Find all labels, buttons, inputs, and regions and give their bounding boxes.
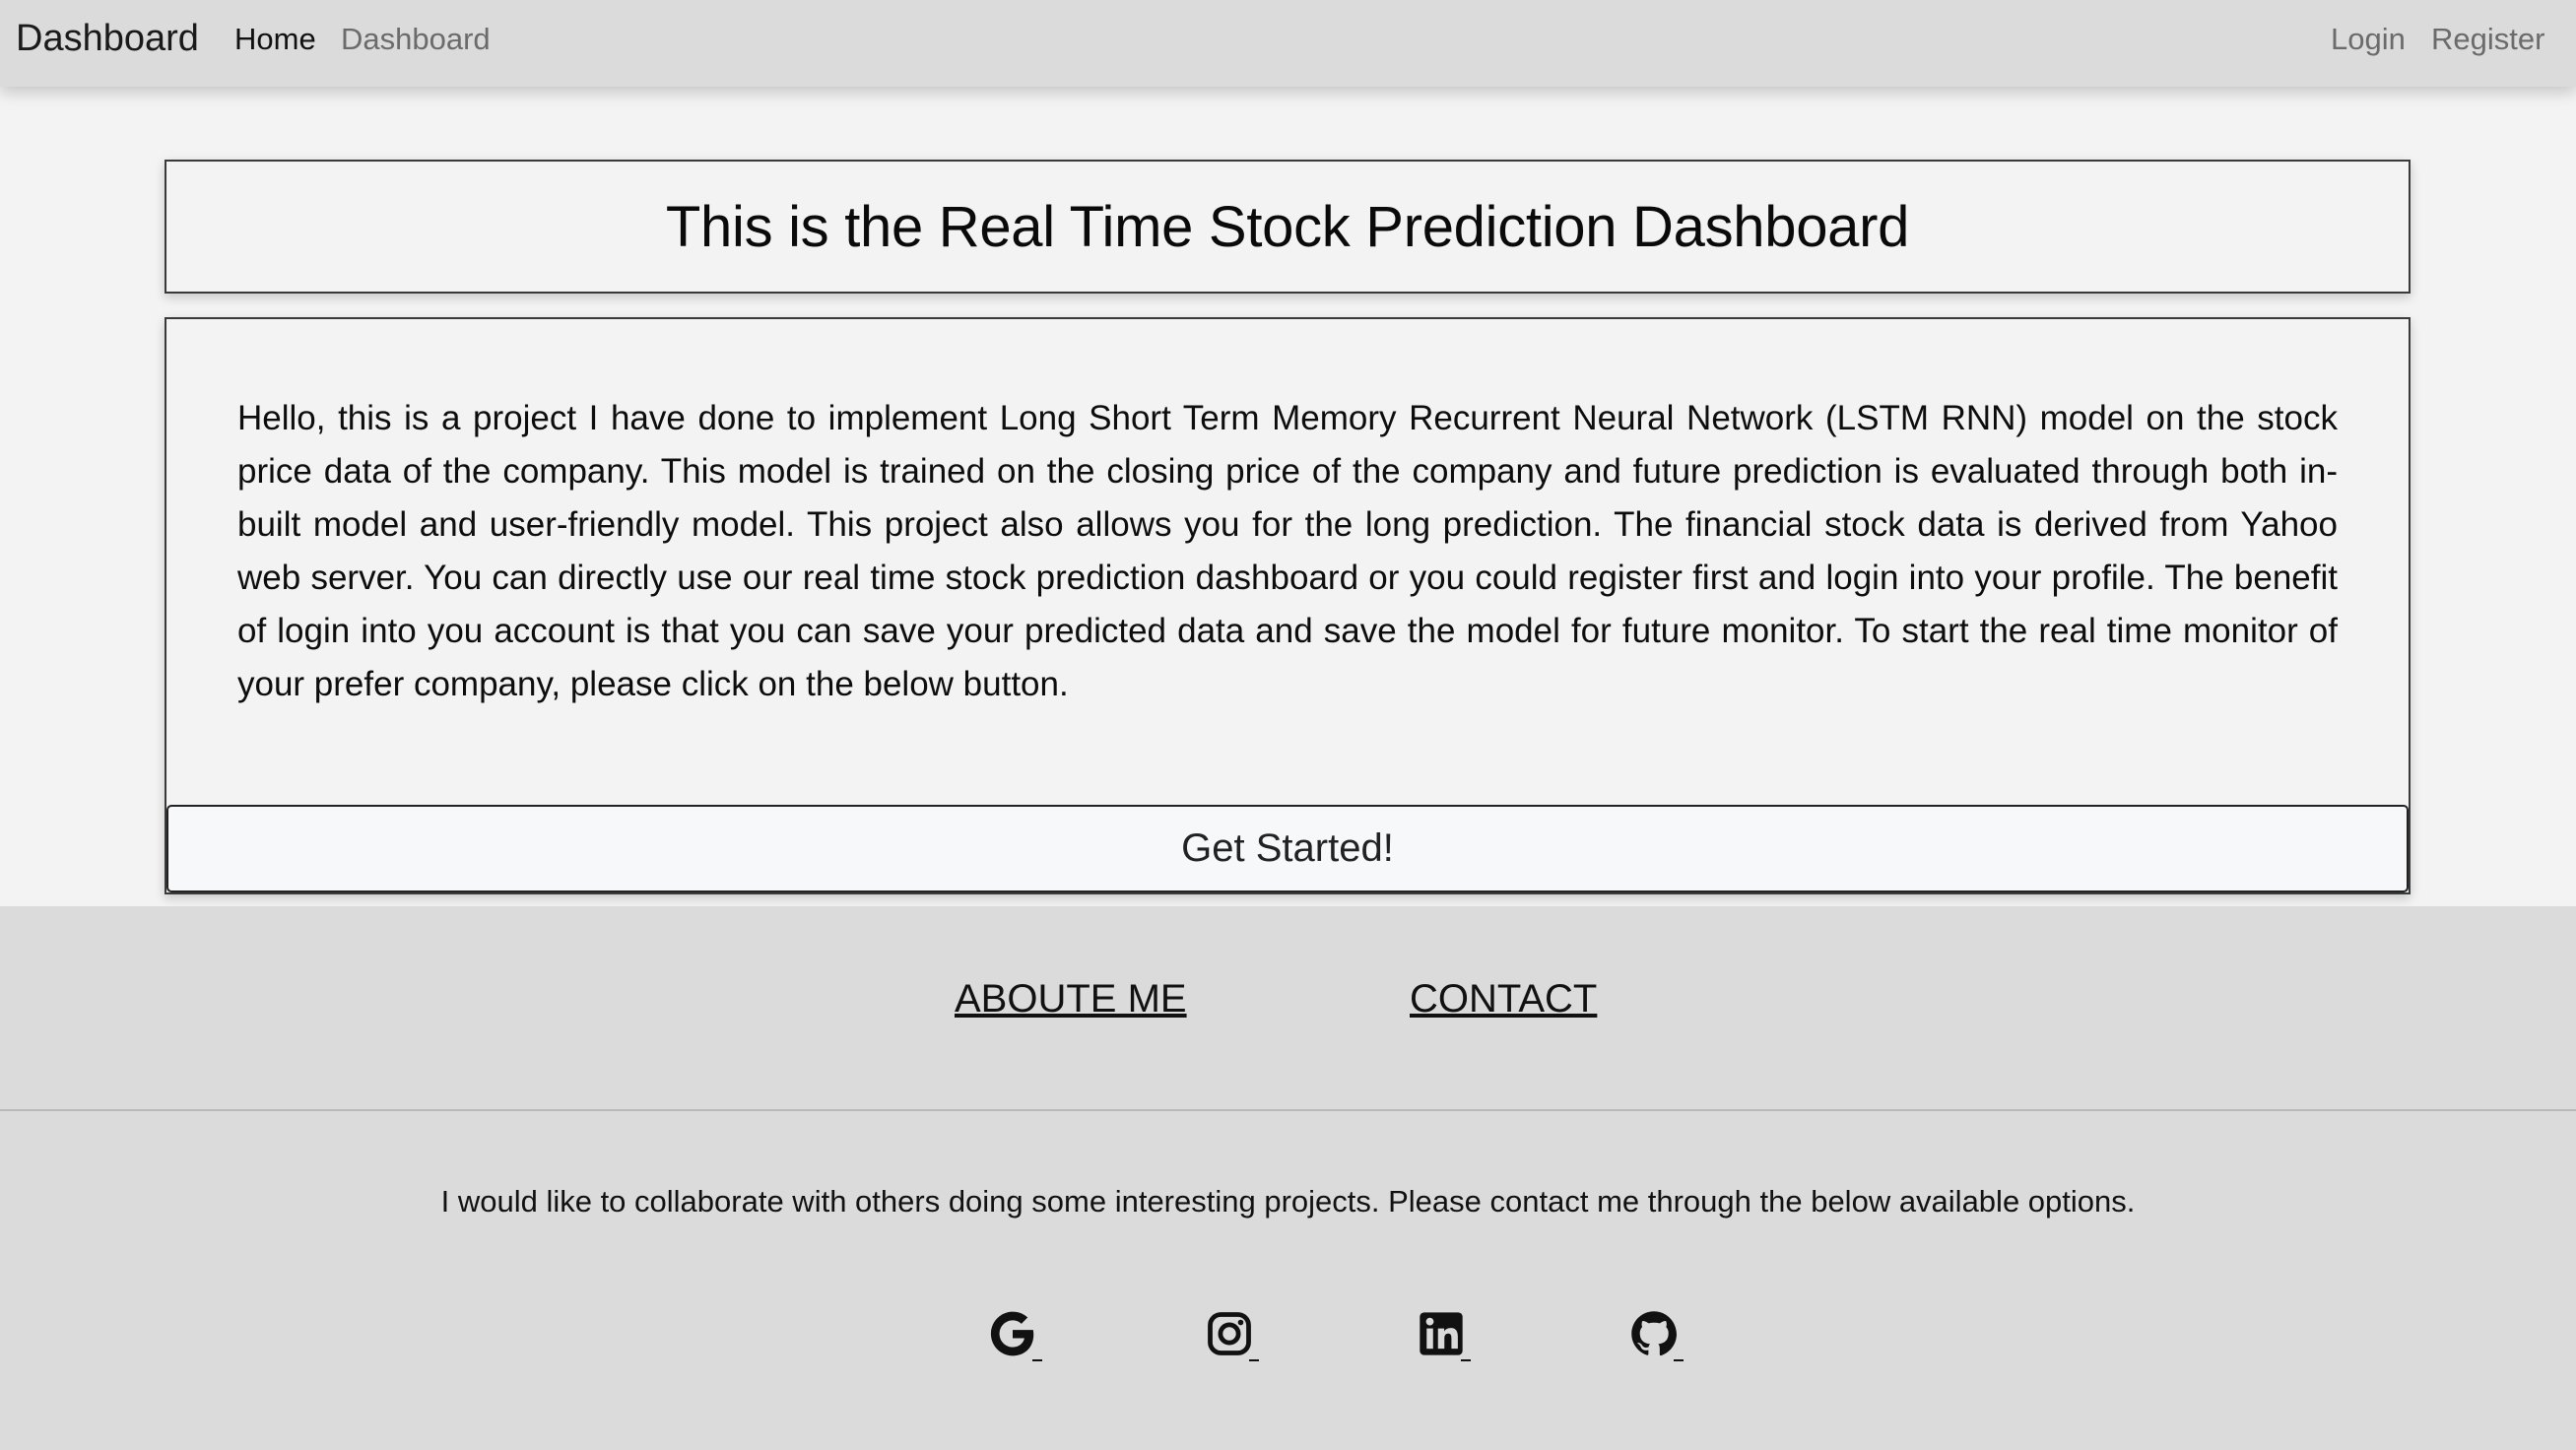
footer-link-contact[interactable]: CONTACT [1410,977,1597,1022]
instagram-icon[interactable] [1204,1308,1263,1367]
linkedin-icon[interactable] [1416,1308,1475,1367]
footer-divider [0,1109,2576,1111]
nav-link-register[interactable]: Register [2431,22,2544,57]
footer-message: I would like to collaborate with others … [440,1184,2136,1219]
github-icon[interactable] [1628,1308,1687,1367]
get-started-button[interactable]: Get Started! [166,805,2409,892]
nav-link-home[interactable]: Home [234,22,316,57]
navbar-brand[interactable]: Dashboard [16,18,199,60]
page-title: This is the Real Time Stock Prediction D… [665,194,1910,259]
nav-link-dashboard[interactable]: Dashboard [341,22,491,57]
google-icon[interactable] [987,1308,1046,1367]
intro-card: Hello, this is a project I have done to … [165,317,2411,894]
footer-link-about[interactable]: ABOUTE ME [955,977,1187,1022]
footer-links: ABOUTE ME CONTACT [0,977,2576,1036]
footer: ABOUTE ME CONTACT I would like to collab… [0,906,2576,1450]
intro-paragraph: Hello, this is a project I have done to … [237,399,2338,703]
nav-link-login[interactable]: Login [2331,22,2406,57]
navbar: Dashboard Home Dashboard Login Register [0,0,2576,87]
title-card: This is the Real Time Stock Prediction D… [165,160,2411,294]
